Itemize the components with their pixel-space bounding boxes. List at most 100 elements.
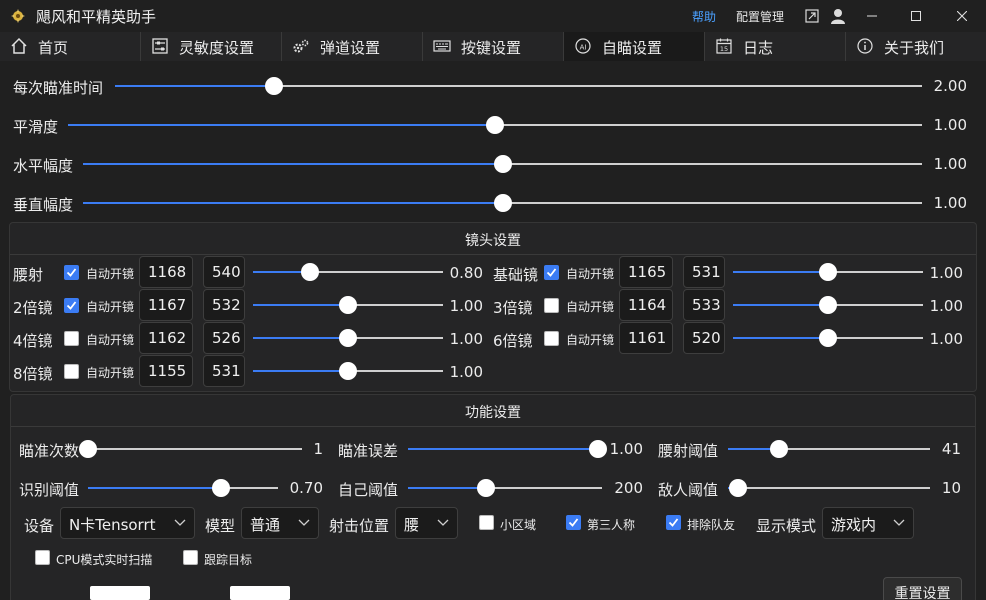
smoothness-value: 1.00 xyxy=(933,116,967,134)
slider-thumb[interactable] xyxy=(486,116,504,134)
scope-sensitivity-slider[interactable] xyxy=(253,295,443,315)
slider-thumb[interactable] xyxy=(819,329,837,347)
slider-thumb[interactable] xyxy=(264,77,283,95)
tab-label: 弹道设置 xyxy=(320,39,381,57)
smoothness-slider[interactable] xyxy=(68,115,922,135)
auto-scope-label: 自动开镜 xyxy=(566,267,615,281)
tab-keys[interactable]: 按键设置 xyxy=(423,32,564,61)
tab-sensitivity[interactable]: 灵敏度设置 xyxy=(141,32,282,61)
aim-time-slider[interactable] xyxy=(115,76,922,96)
scope-sensitivity-slider[interactable] xyxy=(733,262,923,282)
scope-sensitivity-slider[interactable] xyxy=(253,262,443,282)
horizontal-range-slider[interactable] xyxy=(83,154,922,174)
reset-settings-button[interactable]: 重置设置 xyxy=(883,577,962,600)
scope-sensitivity-slider[interactable] xyxy=(733,295,923,315)
tab-label: 关于我们 xyxy=(884,39,945,57)
maximize-icon xyxy=(911,11,921,21)
scope-x-input[interactable]: 1164 xyxy=(619,289,673,321)
tab-log[interactable]: 15 日志 xyxy=(705,32,846,61)
hip-threshold-slider[interactable] xyxy=(728,439,930,459)
shoot-position-select[interactable]: 腰 xyxy=(395,507,458,539)
config-manage-link[interactable]: 配置管理 xyxy=(736,8,784,25)
tab-label: 灵敏度设置 xyxy=(179,39,255,57)
sliders-icon xyxy=(152,38,168,54)
display-mode-value: 游戏内 xyxy=(831,516,877,534)
slider-thumb[interactable] xyxy=(339,362,357,380)
aim-count-slider[interactable] xyxy=(79,439,302,459)
scope-y-input[interactable]: 533 xyxy=(683,289,725,321)
model-select[interactable]: 普通 xyxy=(241,507,319,539)
slider-thumb[interactable] xyxy=(79,440,97,458)
bottom-input-1[interactable] xyxy=(90,586,150,600)
maximize-button[interactable] xyxy=(894,0,938,32)
scope-sensitivity-slider[interactable] xyxy=(253,361,443,381)
detect-threshold-slider[interactable] xyxy=(88,478,278,498)
device-select[interactable]: N卡Tensorrt xyxy=(60,507,195,539)
detect-threshold-value: 0.70 xyxy=(289,479,323,497)
tab-ballistics[interactable]: 弹道设置 xyxy=(282,32,423,61)
chevron-down-icon xyxy=(298,519,310,526)
self-threshold-slider[interactable] xyxy=(408,478,602,498)
scope-sensitivity-slider[interactable] xyxy=(253,328,443,348)
slider-thumb[interactable] xyxy=(769,440,788,458)
svg-text:15: 15 xyxy=(720,45,728,53)
scope-y-input[interactable]: 520 xyxy=(683,322,725,354)
slider-thumb[interactable] xyxy=(476,479,495,497)
vertical-range-slider[interactable] xyxy=(83,193,922,213)
slider-thumb[interactable] xyxy=(729,479,748,497)
auto-scope-checkbox[interactable] xyxy=(544,265,559,280)
svg-text:AI: AI xyxy=(580,44,587,52)
minimize-button[interactable] xyxy=(850,0,894,32)
scope-x-input[interactable]: 1161 xyxy=(619,322,673,354)
scope-x-input[interactable]: 1165 xyxy=(619,256,673,288)
small-area-checkbox[interactable] xyxy=(479,515,494,530)
scope-x-input[interactable]: 1155 xyxy=(139,355,193,387)
scope-sensitivity-slider[interactable] xyxy=(733,328,923,348)
slider-thumb[interactable] xyxy=(339,329,357,347)
scope-y-input[interactable]: 531 xyxy=(203,355,245,387)
scope-y-input[interactable]: 526 xyxy=(203,322,245,354)
scope-x-input[interactable]: 1162 xyxy=(139,322,193,354)
auto-scope-checkbox[interactable] xyxy=(544,331,559,346)
auto-scope-checkbox[interactable] xyxy=(544,298,559,313)
tab-home[interactable]: 首页 xyxy=(0,32,141,61)
slider-thumb[interactable] xyxy=(819,296,837,314)
cpu-scan-checkbox[interactable] xyxy=(35,550,50,565)
auto-scope-label: 自动开镜 xyxy=(86,366,135,380)
slider-thumb[interactable] xyxy=(493,194,512,212)
third-person-checkbox[interactable] xyxy=(566,515,581,530)
slider-thumb[interactable] xyxy=(493,155,512,173)
scope-y-input[interactable]: 531 xyxy=(683,256,725,288)
info-icon xyxy=(857,38,873,54)
auto-scope-label: 自动开镜 xyxy=(566,300,615,314)
tab-about[interactable]: 关于我们 xyxy=(846,32,986,61)
scope-x-input[interactable]: 1167 xyxy=(139,289,193,321)
close-button[interactable] xyxy=(940,0,984,32)
slider-thumb[interactable] xyxy=(819,263,837,281)
scope-x-input[interactable]: 1168 xyxy=(139,256,193,288)
tab-label: 自瞄设置 xyxy=(602,39,663,57)
tab-aim[interactable]: AI 自瞄设置 xyxy=(564,32,705,61)
slider-thumb[interactable] xyxy=(339,296,357,314)
aim-error-slider[interactable] xyxy=(408,439,607,459)
scope-y-input[interactable]: 540 xyxy=(203,256,245,288)
auto-scope-checkbox[interactable] xyxy=(64,364,79,379)
scope-y-input[interactable]: 532 xyxy=(203,289,245,321)
track-target-checkbox[interactable] xyxy=(183,550,198,565)
auto-scope-checkbox[interactable] xyxy=(64,298,79,313)
exclude-team-checkbox[interactable] xyxy=(666,515,681,530)
model-select-value: 普通 xyxy=(250,516,281,534)
user-icon[interactable] xyxy=(828,6,848,26)
bottom-input-2[interactable] xyxy=(230,586,290,600)
scope-sensitivity-value: 1.00 xyxy=(449,297,483,315)
display-mode-select[interactable]: 游戏内 xyxy=(822,507,914,539)
chevron-down-icon xyxy=(174,519,186,526)
slider-thumb[interactable] xyxy=(301,263,319,281)
expand-icon[interactable] xyxy=(802,6,822,26)
enemy-threshold-slider[interactable] xyxy=(728,478,930,498)
help-link[interactable]: 帮助 xyxy=(692,8,716,25)
auto-scope-checkbox[interactable] xyxy=(64,265,79,280)
auto-scope-checkbox[interactable] xyxy=(64,331,79,346)
auto-scope-label: 自动开镜 xyxy=(86,333,135,347)
slider-thumb[interactable] xyxy=(212,479,230,497)
